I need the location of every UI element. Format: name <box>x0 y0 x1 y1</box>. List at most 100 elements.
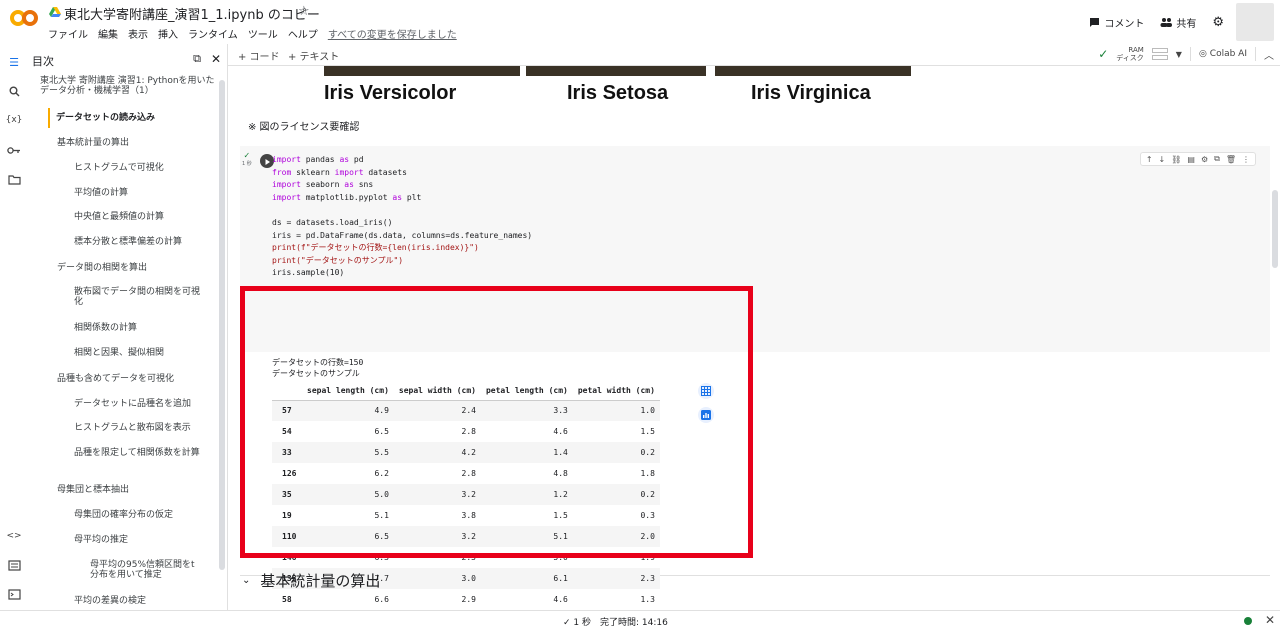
star-icon[interactable]: ☆ <box>298 4 310 19</box>
disk-bar <box>1151 55 1168 60</box>
table-cell: 1.2 <box>480 484 573 505</box>
search-icon[interactable] <box>6 83 22 99</box>
move-down-icon[interactable]: ↓ <box>1159 155 1166 164</box>
toc-item[interactable]: ヒストグラムで可視化 <box>74 163 164 173</box>
menu-edit[interactable]: 編集 <box>98 26 118 41</box>
comment-icon[interactable]: ▤ <box>1187 155 1195 164</box>
sparkle-icon: ◎ <box>1198 49 1207 59</box>
toc-item[interactable]: 母平均の95%信頼区間をt分布を用いて推定 <box>90 560 200 580</box>
table-cell: 6.3 <box>374 553 389 562</box>
code-editor[interactable]: import pandas as pd from sklearn import … <box>272 154 532 280</box>
toc-item[interactable]: ヒストグラムと散布図を表示 <box>74 423 191 433</box>
toc-icon[interactable]: ☰ <box>6 54 22 70</box>
drive-icon[interactable] <box>49 6 61 18</box>
collapse-chevron-icon[interactable]: ︿ <box>1264 47 1274 62</box>
iris-virginica-label: Iris Virginica <box>751 82 871 104</box>
toc-item[interactable]: 平均の差異の検定 <box>74 596 146 606</box>
folder-icon[interactable] <box>6 171 22 187</box>
close-icon[interactable]: ✕ <box>211 52 221 66</box>
runtime-dropdown-icon[interactable]: ▼ <box>1176 50 1182 59</box>
command-palette-icon[interactable] <box>6 557 22 573</box>
success-check-icon: ✓ <box>243 151 251 160</box>
toc-item[interactable]: 相関係数の計算 <box>74 323 137 333</box>
suggest-charts-button[interactable] <box>698 407 714 423</box>
runtime-status: ✓ RAM ディスク ▼ ◎ Colab AI ︿ <box>1098 46 1274 62</box>
toc-item[interactable]: 品種も含めてデータを可視化 <box>57 374 174 384</box>
table-cell: 1.3 <box>640 595 655 604</box>
section-heading[interactable]: ⌄ 基本統計量の算出 <box>242 570 380 591</box>
main-scrollbar[interactable] <box>1272 190 1278 268</box>
iris-versicolor-label: Iris Versicolor <box>324 82 457 104</box>
menu-runtime[interactable]: ランタイム <box>188 26 238 41</box>
toc-item[interactable]: 母集団の確率分布の仮定 <box>74 510 173 520</box>
mirror-cell-icon[interactable]: ⧉ <box>1214 154 1220 164</box>
toc-item[interactable]: 標本分散と標準偏差の計算 <box>74 237 182 247</box>
gear-icon[interactable]: ⚙ <box>1201 155 1208 164</box>
chevron-down-icon[interactable]: ⌄ <box>242 575 250 586</box>
column-header: sepal width (cm) <box>398 386 476 396</box>
interactive-table-button[interactable] <box>698 383 714 399</box>
table-cell: 3.2 <box>393 526 481 547</box>
code-line: import seaborn as sns <box>272 180 374 190</box>
toc-item[interactable]: 基本統計量の算出 <box>57 138 129 148</box>
column-header: petal length (cm) <box>485 386 568 396</box>
terminal-icon[interactable] <box>6 586 22 602</box>
toc-item[interactable]: 散布図でデータ間の相関を可視化 <box>74 287 200 307</box>
toc-item[interactable]: 中央値と最頻値の計算 <box>74 212 164 222</box>
resource-labels[interactable]: RAM ディスク <box>1116 46 1144 62</box>
toc-item-active[interactable]: データセットの読み込み <box>48 108 155 128</box>
table-cell: 0.2 <box>572 442 660 463</box>
section-title: 基本統計量の算出 <box>260 572 381 590</box>
menu-help[interactable]: ヘルプ <box>288 26 318 41</box>
menu-tools[interactable]: ツール <box>248 26 278 41</box>
variables-icon[interactable]: {x} <box>6 112 23 128</box>
execution-status-text[interactable]: ✓ 1 秒 完了時間: 14:16 <box>563 615 668 628</box>
table-cell: 1.9 <box>640 553 655 562</box>
toc-item[interactable]: 品種を限定して相関係数を計算 <box>74 448 200 458</box>
colab-logo[interactable] <box>10 8 38 28</box>
table-cell: 6.5 <box>374 427 389 436</box>
code-line: from sklearn import datasets <box>272 167 407 177</box>
notebook-title[interactable]: 東北大学寄附講座_演習1_1.ipynb のコピー <box>64 4 320 23</box>
more-options-icon[interactable]: ⋮ <box>1242 155 1250 164</box>
menu-file[interactable]: ファイル <box>48 26 88 41</box>
table-cell: 6.5 <box>302 526 394 547</box>
delete-icon[interactable]: 🗑 <box>1226 155 1236 164</box>
share-button[interactable]: 共有 <box>1156 12 1200 32</box>
table-cell: 5.1 <box>480 526 573 547</box>
avatar[interactable] <box>1236 3 1274 41</box>
cell-output: データセットの行数=150 データセットのサンプル sepal length (… <box>240 352 1270 604</box>
add-text-button[interactable]: + テキスト <box>288 48 339 63</box>
settings-button[interactable]: ⚙ <box>1208 12 1228 32</box>
open-in-tab-icon[interactable]: ⧉ <box>193 52 201 66</box>
key-icon[interactable] <box>6 142 22 158</box>
left-icon-rail: ☰ {x} <> <box>0 44 26 610</box>
toc-item[interactable]: 母平均の推定 <box>74 535 128 545</box>
save-status-link[interactable]: すべての変更を保存しました <box>328 26 457 41</box>
code-snippets-icon[interactable]: <> <box>6 528 22 544</box>
resource-bars[interactable] <box>1151 48 1168 60</box>
sidebar-scrollbar[interactable] <box>219 80 225 570</box>
menu-view[interactable]: 表示 <box>128 26 148 41</box>
table-cell: 5.5 <box>302 442 394 463</box>
toc-item[interactable]: 平均値の計算 <box>74 188 128 198</box>
table-row: 146 6.3 2.5 5.0 1.9 <box>272 547 660 568</box>
toc-item[interactable]: データ間の相関を算出 <box>57 263 147 273</box>
connection-status-dot <box>1244 617 1252 625</box>
toc-item[interactable]: 東北大学 寄附講座 演習1: Pythonを用いたデータ分析・機械学習（1） <box>40 76 220 96</box>
toc-item[interactable]: データセットに品種名を追加 <box>74 399 191 409</box>
colab-ai-button[interactable]: ◎ Colab AI <box>1199 49 1247 59</box>
toc-item[interactable]: 相関と因果、擬似相関 <box>74 348 164 358</box>
link-icon[interactable]: ⛓ <box>1171 155 1181 164</box>
table-cell: 2.4 <box>393 400 481 421</box>
license-note: ※ 図のライセンス要確認 <box>248 122 360 133</box>
menu-insert[interactable]: 挿入 <box>158 26 178 41</box>
add-code-button[interactable]: + コード <box>238 48 280 63</box>
comment-button[interactable]: コメント <box>1085 12 1148 32</box>
close-icon[interactable]: ✕ <box>1265 613 1275 627</box>
notebook-content: Iris Versicolor Iris Setosa Iris Virgini… <box>228 66 1280 610</box>
move-up-icon[interactable]: ↑ <box>1146 155 1153 164</box>
toc-item[interactable]: 母集団と標本抽出 <box>57 485 129 495</box>
code-cell[interactable]: ✓ 1 秒 import pandas as pd from sklearn i… <box>240 146 1270 352</box>
iris-setosa-image <box>526 66 706 76</box>
